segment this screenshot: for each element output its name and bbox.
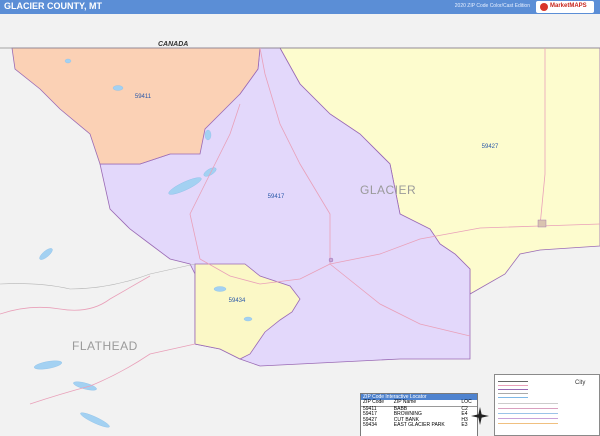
legend-city-label: City bbox=[575, 380, 586, 386]
compass-icon bbox=[471, 407, 489, 425]
legend-line-river bbox=[498, 413, 558, 414]
publisher-logo: MarketMAPS bbox=[536, 1, 594, 13]
zip-59411-label: 59411 bbox=[135, 94, 152, 100]
browning-town bbox=[328, 257, 334, 263]
map-title: GLACIER COUNTY, MT bbox=[4, 1, 102, 11]
map-frame: GLACIER COUNTY, MT 2020 ZIP Code Color/C… bbox=[0, 0, 600, 436]
zip-code-cell: 59434 bbox=[363, 422, 377, 428]
glacier-county-label: GLACIER bbox=[360, 183, 416, 197]
legend-line-interstate bbox=[498, 381, 528, 382]
edition-text: 2020 ZIP Code Color/Cast Edition bbox=[454, 3, 530, 9]
canada-label: CANADA bbox=[158, 41, 188, 48]
county-map[interactable]: CANADA GLACIER FLATHEAD 59411 59417 5942… bbox=[0, 14, 600, 436]
zip-name-cell: EAST GLACIER PARK bbox=[393, 422, 445, 428]
legend-line-state bbox=[498, 418, 558, 419]
flathead-county-label: FLATHEAD bbox=[72, 339, 138, 353]
zip-locator-table: ZIP Code Interactive Locator ZIP Code ZI… bbox=[360, 393, 478, 436]
legend-line-boundary bbox=[498, 389, 528, 390]
legend-line-water bbox=[498, 397, 528, 398]
logo-text: MarketMAPS bbox=[550, 3, 587, 9]
legend-line-road bbox=[498, 393, 528, 394]
legend-line-other bbox=[498, 423, 558, 424]
title-bar: GLACIER COUNTY, MT 2020 ZIP Code Color/C… bbox=[0, 0, 600, 14]
zip-59417-label: 59417 bbox=[268, 194, 285, 200]
zip-table: ZIP Code ZIP Name LOC 59411 BABB C2 5941… bbox=[361, 399, 477, 429]
logo-mark-icon bbox=[540, 3, 548, 11]
legend-line-highway bbox=[498, 385, 528, 386]
table-row[interactable]: 59434 EAST GLACIER PARK E3 bbox=[361, 422, 477, 429]
cut-bank-town bbox=[537, 219, 547, 228]
map-legend: City bbox=[494, 374, 600, 436]
legend-line-zip bbox=[498, 408, 558, 409]
zip-59434-label: 59434 bbox=[229, 298, 246, 304]
zip-59427-label: 59427 bbox=[482, 144, 499, 150]
legend-line-county bbox=[498, 403, 558, 404]
